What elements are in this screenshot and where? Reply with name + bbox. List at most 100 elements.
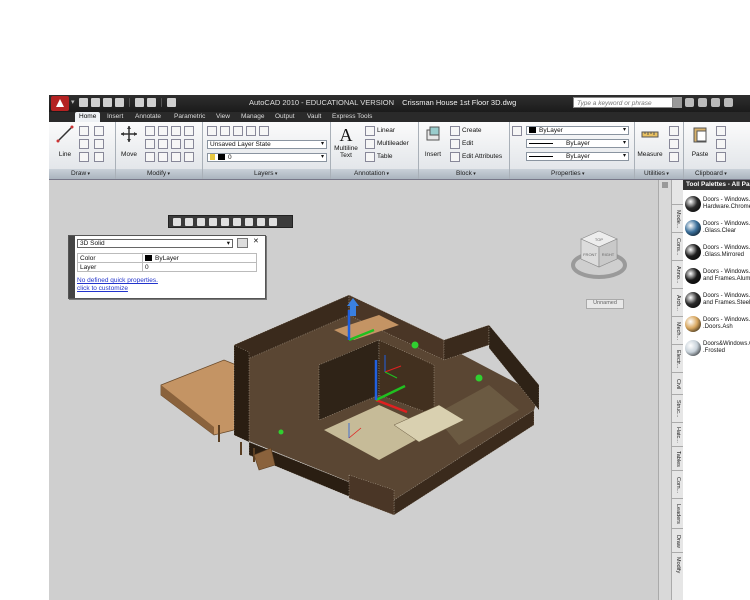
panel-modify[interactable]: Modify xyxy=(147,169,170,179)
palette-tool-item[interactable]: Doors&Windows.G....Frosted xyxy=(683,338,750,360)
palette-tab-11[interactable]: Leaders xyxy=(672,498,683,529)
palette-tab-2[interactable]: Anno... xyxy=(672,260,683,289)
panel-block[interactable]: Block xyxy=(456,169,476,179)
close-icon[interactable]: ✕ xyxy=(253,237,259,245)
fillet-icon[interactable] xyxy=(158,139,168,149)
tool-palettes-title[interactable]: Tool Palettes - All Pa xyxy=(683,180,750,190)
ellipse-icon[interactable] xyxy=(94,152,104,162)
chevron-down-icon[interactable]: ▾ xyxy=(71,98,75,106)
undo-icon[interactable] xyxy=(135,98,144,107)
toolbar-button-icon[interactable] xyxy=(257,218,265,226)
viewcube-top-label[interactable]: TOP xyxy=(595,237,603,242)
no-quick-properties-link[interactable]: No defined quick properties. xyxy=(77,277,158,284)
help-icon[interactable] xyxy=(724,98,733,107)
print-icon[interactable] xyxy=(167,98,176,107)
move-button[interactable]: Move xyxy=(117,125,141,158)
layer-properties-icon[interactable] xyxy=(207,126,217,136)
edit-attributes-button[interactable]: Edit Attributes xyxy=(462,153,502,160)
palette-tool-item[interactable]: Doors - Windows... .Glass.Clear xyxy=(683,218,750,240)
panel-layers[interactable]: Layers xyxy=(254,169,277,179)
palette-tab-3[interactable]: Arch... xyxy=(672,288,683,317)
circle-icon[interactable] xyxy=(79,139,89,149)
calculator-icon[interactable] xyxy=(669,139,679,149)
palette-tab-1[interactable]: Cons... xyxy=(672,232,683,261)
layer-freeze-icon[interactable] xyxy=(246,126,256,136)
line-button[interactable]: Line xyxy=(54,125,76,158)
polyline-icon[interactable] xyxy=(79,126,89,136)
redo-icon[interactable] xyxy=(147,98,156,107)
tab-annotate[interactable]: Annotate xyxy=(131,112,165,122)
linetype-select[interactable]: ByLayer xyxy=(526,139,629,148)
copy-clip-icon[interactable] xyxy=(716,139,726,149)
rectangle-icon[interactable] xyxy=(94,126,104,136)
palette-tab-6[interactable]: Civil xyxy=(672,372,683,395)
help-search-input[interactable]: Type a keyword or phrase xyxy=(573,97,673,108)
binoculars-icon[interactable] xyxy=(685,98,694,107)
palette-tab-7[interactable]: Struc... xyxy=(672,394,683,423)
panel-annotation[interactable]: Annotation xyxy=(354,169,389,179)
tab-insert[interactable]: Insert xyxy=(103,112,127,122)
tab-home[interactable]: Home xyxy=(75,112,101,122)
create-button[interactable]: Create xyxy=(462,127,482,134)
toolbar-button-icon[interactable] xyxy=(185,218,193,226)
copy-icon[interactable] xyxy=(184,126,194,136)
panel-utilities[interactable]: Utilities xyxy=(644,169,669,179)
layer-lock-icon[interactable] xyxy=(259,126,269,136)
toolbar-button-icon[interactable] xyxy=(173,218,181,226)
save-icon[interactable] xyxy=(103,98,112,107)
array-icon[interactable] xyxy=(158,152,168,162)
customize-link[interactable]: click to customize xyxy=(77,285,128,292)
palette-tab-0[interactable]: Mode... xyxy=(672,204,683,233)
edit-button[interactable]: Edit xyxy=(462,140,473,147)
panel-draw[interactable]: Draw xyxy=(71,169,90,179)
palette-tab-5[interactable]: Electr... xyxy=(672,344,683,373)
favorites-star-icon[interactable] xyxy=(711,98,720,107)
viewcube-right-label[interactable]: RIGHT xyxy=(602,252,615,257)
toolbar-button-icon[interactable] xyxy=(221,218,229,226)
match-properties-icon[interactable] xyxy=(512,126,522,136)
lineweight-select[interactable]: ByLayer xyxy=(526,152,629,161)
edit-attributes-icon[interactable] xyxy=(450,152,460,162)
viewcube-front-label[interactable]: FRONT xyxy=(583,252,597,257)
ucs-view-menu[interactable]: Unnamed xyxy=(586,299,624,309)
search-icon[interactable] xyxy=(673,97,682,108)
save-as-icon[interactable] xyxy=(115,98,124,107)
palette-tab-12[interactable]: Draw xyxy=(672,528,683,553)
tab-output[interactable]: Output xyxy=(271,112,299,122)
paste-button[interactable]: Paste xyxy=(687,125,713,158)
id-point-icon[interactable] xyxy=(669,152,679,162)
create-block-icon[interactable] xyxy=(450,126,460,136)
vertical-scrollbar[interactable] xyxy=(658,180,672,600)
toolbar-button-icon[interactable] xyxy=(269,218,277,226)
linear-button[interactable]: Linear xyxy=(377,127,395,134)
measure-button[interactable]: Measure xyxy=(637,125,663,158)
toolbar-button-icon[interactable] xyxy=(233,218,241,226)
color-select[interactable]: ByLayer xyxy=(526,126,629,135)
match-icon[interactable] xyxy=(716,152,726,162)
palette-tool-item[interactable]: Doors - Windows... Hardware.Chrome xyxy=(683,194,750,216)
table-button[interactable]: Table xyxy=(377,153,393,160)
palette-tab-4[interactable]: Mech... xyxy=(672,316,683,345)
multiline-text-button[interactable]: A Multiline Text xyxy=(333,125,359,159)
palette-tool-item[interactable]: Doors - Windows... .Glass.Mirrored xyxy=(683,242,750,264)
edit-block-icon[interactable] xyxy=(450,139,460,149)
tab-parametric[interactable]: Parametric xyxy=(170,112,209,122)
palette-tab-10[interactable]: Com... xyxy=(672,470,683,499)
scale-icon[interactable] xyxy=(145,152,155,162)
tab-vault[interactable]: Vault xyxy=(303,112,325,122)
erase-icon[interactable] xyxy=(171,126,181,136)
object-type-select[interactable]: 3D Solid xyxy=(77,239,233,248)
insert-button[interactable]: Insert xyxy=(421,125,445,158)
join-icon[interactable] xyxy=(184,152,194,162)
layer-isolate-icon[interactable] xyxy=(233,126,243,136)
multileader-icon[interactable] xyxy=(365,139,375,149)
hatch-icon[interactable] xyxy=(94,139,104,149)
tab-express-tools[interactable]: Express Tools xyxy=(328,112,376,122)
layer-off-icon[interactable] xyxy=(220,126,230,136)
palette-tool-item[interactable]: Doors - Windows... and Frames.Steel xyxy=(683,290,750,312)
viewcube[interactable]: TOP FRONT RIGHT xyxy=(569,225,629,285)
toolbar-button-icon[interactable] xyxy=(197,218,205,226)
offset-icon[interactable] xyxy=(171,152,181,162)
tab-view[interactable]: View xyxy=(212,112,234,122)
palette-tool-item[interactable]: Doors - Windows... and Frames.Alumi xyxy=(683,266,750,288)
